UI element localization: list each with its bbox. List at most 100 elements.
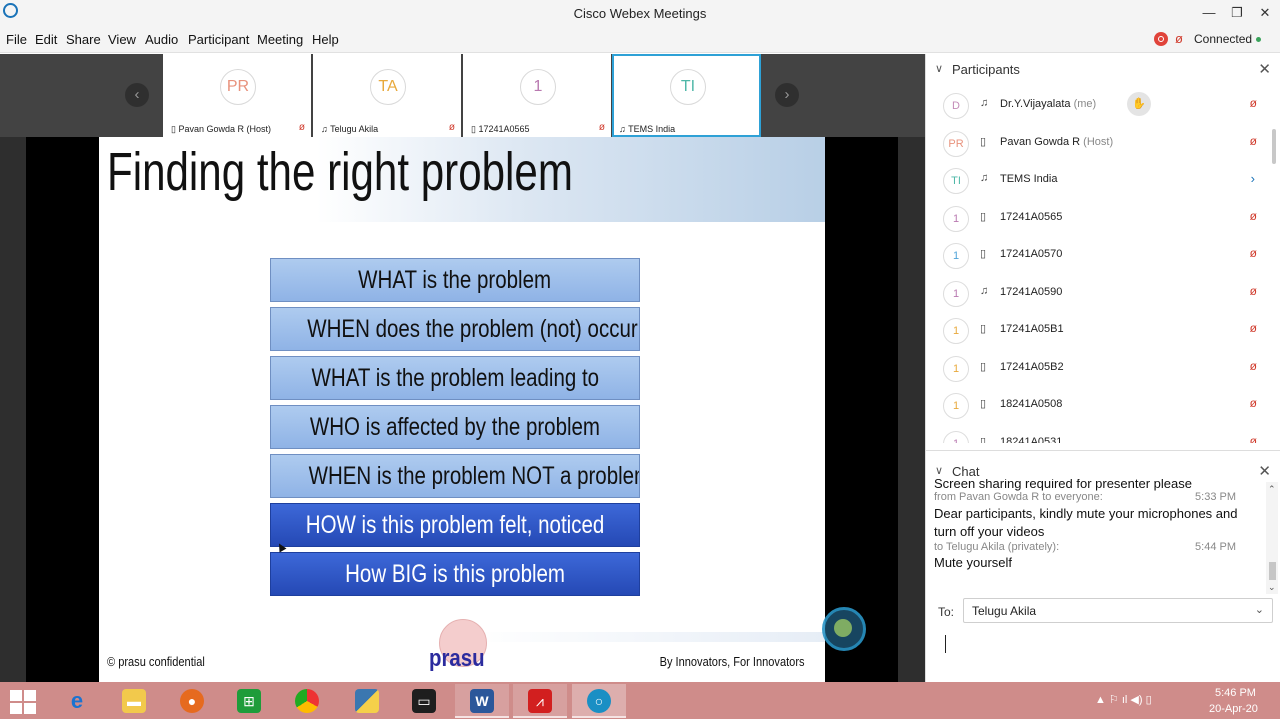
chat-input[interactable]: [940, 634, 1270, 674]
slide-box-label: WHEN does the problem (not) occur: [307, 315, 638, 343]
phone-icon: ▯: [980, 398, 987, 410]
participant-row[interactable]: 1 ▯ 17241A05B1 ø: [926, 312, 1271, 349]
taskbar-word[interactable]: W: [455, 684, 509, 718]
mic-muted-icon: ø: [448, 122, 455, 133]
expand-arrow-icon[interactable]: ›: [1251, 171, 1255, 186]
close-participants-button[interactable]: ✕: [1258, 60, 1271, 78]
taskbar-firefox[interactable]: ●: [165, 684, 219, 718]
chevron-down-icon[interactable]: ∨: [935, 62, 943, 75]
menu-meeting[interactable]: Meeting: [257, 32, 303, 47]
chat-recipient-select[interactable]: Telugu Akila ⌄: [963, 598, 1273, 623]
slide-title: Finding the right problem: [107, 142, 573, 202]
chevron-down-icon[interactable]: ∨: [935, 464, 943, 477]
chevron-down-icon: ⌄: [1254, 604, 1264, 616]
participant-row[interactable]: 1 ▯ 18241A0508 ø: [926, 387, 1271, 424]
mic-muted-icon[interactable]: ø: [1250, 209, 1257, 223]
menu-share[interactable]: Share: [66, 32, 101, 47]
taskbar-explorer[interactable]: ▬: [107, 684, 161, 718]
avatar: 1: [943, 243, 969, 269]
next-videos-button[interactable]: ›: [775, 83, 799, 107]
participants-title: Participants: [952, 62, 1020, 77]
presentation-slide: Finding the right problem WHAT is the pr…: [99, 137, 825, 682]
slide-box-label: WHO is affected by the problem: [309, 413, 601, 441]
menu-participant[interactable]: Participant: [188, 32, 249, 47]
phone-icon: ▯: [980, 360, 987, 373]
chat-history[interactable]: Screen sharing required for presenter pl…: [926, 479, 1266, 594]
menu-file[interactable]: File: [6, 32, 27, 47]
raise-hand-icon[interactable]: ✋: [1127, 92, 1151, 116]
video-tile-name: ♫ Telugu Akila: [321, 124, 378, 134]
taskbar-python[interactable]: [340, 684, 394, 718]
restore-button[interactable]: ❐: [1228, 4, 1246, 22]
participants-header[interactable]: ∨ Participants ✕: [926, 54, 1280, 84]
mic-muted-icon: ø: [598, 122, 605, 133]
video-tile-active[interactable]: TI ♫ TEMS India: [612, 54, 761, 137]
mic-muted-icon[interactable]: ø: [1250, 134, 1257, 148]
chrome-icon: [295, 689, 319, 713]
taskbar-webex[interactable]: ○: [572, 684, 626, 718]
menu-audio[interactable]: Audio: [145, 32, 178, 47]
windows-logo-icon: [10, 703, 22, 714]
participant-row[interactable]: 1 ♫ 17241A0590 ø: [926, 275, 1271, 312]
system-tray[interactable]: ▲ ⚐ ıl ◀) ▯: [1095, 693, 1152, 706]
slide-box: WHO is affected by the problem: [270, 405, 640, 449]
video-tile[interactable]: 1 ▯ 17241A0565 ø: [463, 54, 611, 137]
mic-muted-icon[interactable]: ø: [1250, 321, 1257, 335]
menu-view[interactable]: View: [108, 32, 136, 47]
mic-muted-icon[interactable]: ø: [1250, 246, 1257, 260]
start-button[interactable]: [10, 690, 36, 714]
menu-edit[interactable]: Edit: [35, 32, 57, 47]
mic-muted-icon[interactable]: ø: [1250, 359, 1257, 373]
taskbar-ie[interactable]: e: [50, 684, 104, 718]
mic-muted-icon[interactable]: ø: [1250, 396, 1257, 410]
headset-icon: ♫: [321, 124, 331, 134]
avatar: PR: [220, 69, 256, 105]
floating-control-button[interactable]: [822, 607, 866, 651]
mic-muted-icon[interactable]: ø: [1175, 31, 1183, 46]
participants-list[interactable]: D ♫ Dr.Y.Vijayalata (me) ✋ ø PR ▯ Pavan Gowda R…: [926, 87, 1271, 443]
video-tile[interactable]: TA ♫ Telugu Akila ø: [313, 54, 461, 137]
phone-icon: ▯: [980, 248, 987, 260]
taskbar-terminal[interactable]: ▭: [397, 684, 451, 718]
close-window-button[interactable]: ✕: [1256, 4, 1274, 22]
minimize-button[interactable]: —: [1200, 4, 1218, 22]
participant-name: Pavan Gowda R (Host): [1000, 136, 1113, 148]
chat-message-time: 5:44 PM: [1195, 541, 1236, 553]
participant-row[interactable]: D ♫ Dr.Y.Vijayalata (me) ✋ ø: [926, 87, 1271, 124]
chat-scroll-thumb[interactable]: [1269, 562, 1276, 580]
slide-box: How BIG is this problem: [270, 552, 640, 596]
side-panel: ∨ Participants ✕ D ♫ Dr.Y.Vijayalata (me) ✋…: [925, 54, 1280, 682]
prev-videos-button[interactable]: ‹: [125, 83, 149, 107]
slide-box: WHAT is the problem: [270, 258, 640, 302]
taskbar-store[interactable]: ⊞: [222, 684, 276, 718]
participants-scrollbar[interactable]: [1272, 129, 1276, 164]
scroll-up-icon[interactable]: ⌃: [1268, 484, 1276, 495]
clock-time[interactable]: 5:46 PM: [1215, 687, 1256, 699]
video-tile[interactable]: PR ▯ Pavan Gowda R (Host) ø: [163, 54, 311, 137]
chat-message-time: 5:33 PM: [1195, 491, 1236, 503]
participant-name-text: 18241A0508: [1000, 398, 1063, 410]
participant-row[interactable]: 1 ▯ 17241A0570 ø: [926, 237, 1271, 274]
mic-muted-icon[interactable]: ø: [1250, 434, 1257, 444]
participant-row[interactable]: 1 ▯ 18241A0531 ø: [926, 425, 1271, 444]
menu-help[interactable]: Help: [312, 32, 339, 47]
scroll-down-icon[interactable]: ⌄: [1268, 582, 1276, 593]
participant-name: 17241A0590: [1000, 286, 1062, 298]
slide-copyright: © prasu confidential: [107, 654, 205, 669]
avatar: TI: [670, 69, 706, 105]
participant-row[interactable]: PR ▯ Pavan Gowda R (Host) ø: [926, 125, 1271, 162]
taskbar-chrome[interactable]: [280, 684, 334, 718]
close-chat-button[interactable]: ✕: [1258, 462, 1271, 480]
recording-icon[interactable]: [1154, 32, 1168, 46]
acrobat-icon: ⩘: [528, 689, 552, 713]
mic-muted-icon[interactable]: ø: [1250, 96, 1257, 110]
participant-name: TEMS India: [1000, 173, 1057, 185]
taskbar-acrobat[interactable]: ⩘: [513, 684, 567, 718]
folder-icon: ▬: [122, 689, 146, 713]
mic-muted-icon[interactable]: ø: [1250, 284, 1257, 298]
video-tile-name: ▯ Pavan Gowda R (Host): [171, 124, 271, 135]
participant-row[interactable]: TI ♫ TEMS India ›: [926, 162, 1271, 199]
clock-date[interactable]: 20-Apr-20: [1209, 703, 1258, 715]
participant-row[interactable]: 1 ▯ 17241A05B2 ø: [926, 350, 1271, 387]
participant-row[interactable]: 1 ▯ 17241A0565 ø: [926, 200, 1271, 237]
